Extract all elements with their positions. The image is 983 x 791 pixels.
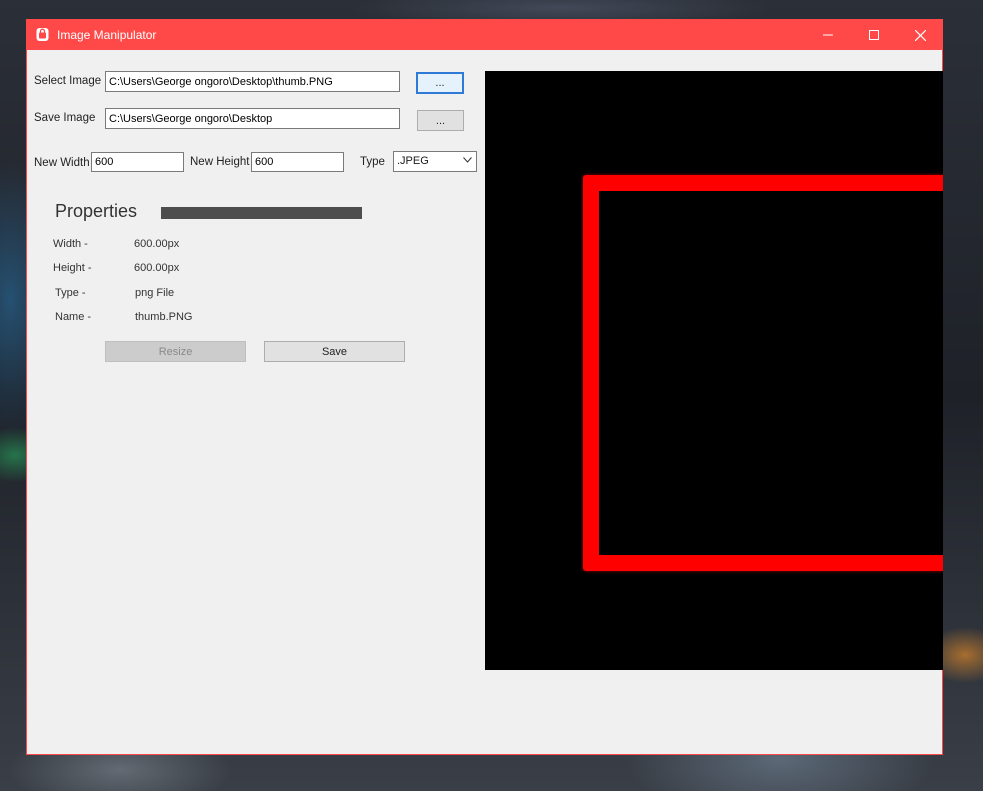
minimize-button[interactable] — [805, 20, 851, 50]
property-key-width: Width - — [53, 238, 88, 250]
property-key-name: Name - — [55, 311, 92, 323]
progress-bar — [161, 207, 362, 219]
property-value-type: png File — [135, 287, 175, 299]
resize-button[interactable]: Resize — [105, 341, 246, 362]
maximize-button[interactable] — [851, 20, 897, 50]
new-height-label: New Height — [190, 156, 250, 168]
close-button[interactable] — [897, 20, 943, 50]
maximize-icon — [869, 30, 879, 40]
lock-app-icon — [36, 28, 49, 41]
type-dropdown-value: .JPEG — [397, 155, 429, 167]
select-image-browse-button[interactable]: ... — [416, 72, 464, 94]
property-value-name: thumb.PNG — [135, 311, 193, 323]
save-image-label: Save Image — [34, 112, 96, 124]
image-preview — [485, 71, 943, 670]
chevron-down-icon — [463, 157, 472, 163]
property-value-width: 600.00px — [134, 238, 180, 250]
close-icon — [914, 29, 926, 41]
minimize-icon — [823, 34, 833, 36]
type-dropdown[interactable]: .JPEG — [393, 151, 477, 172]
progress-bar-fill — [161, 207, 362, 219]
type-label: Type — [360, 156, 385, 168]
new-height-input[interactable] — [251, 152, 344, 172]
save-image-browse-button[interactable]: ... — [417, 110, 464, 131]
save-button[interactable]: Save — [264, 341, 405, 362]
property-key-height: Height - — [53, 262, 92, 274]
select-image-path-input[interactable] — [105, 71, 400, 92]
window-title: Image Manipulator — [57, 28, 157, 42]
new-width-input[interactable] — [91, 152, 184, 172]
save-image-path-input[interactable] — [105, 108, 400, 129]
new-width-label: New Width — [34, 157, 90, 169]
properties-heading: Properties — [55, 201, 138, 221]
property-key-type: Type - — [55, 287, 86, 299]
app-window: Image Manipulator Select Image ... Save … — [26, 19, 943, 755]
select-image-label: Select Image — [34, 75, 102, 87]
property-value-height: 600.00px — [134, 262, 180, 274]
title-bar[interactable]: Image Manipulator — [27, 20, 942, 50]
preview-red-rectangle — [583, 175, 943, 571]
